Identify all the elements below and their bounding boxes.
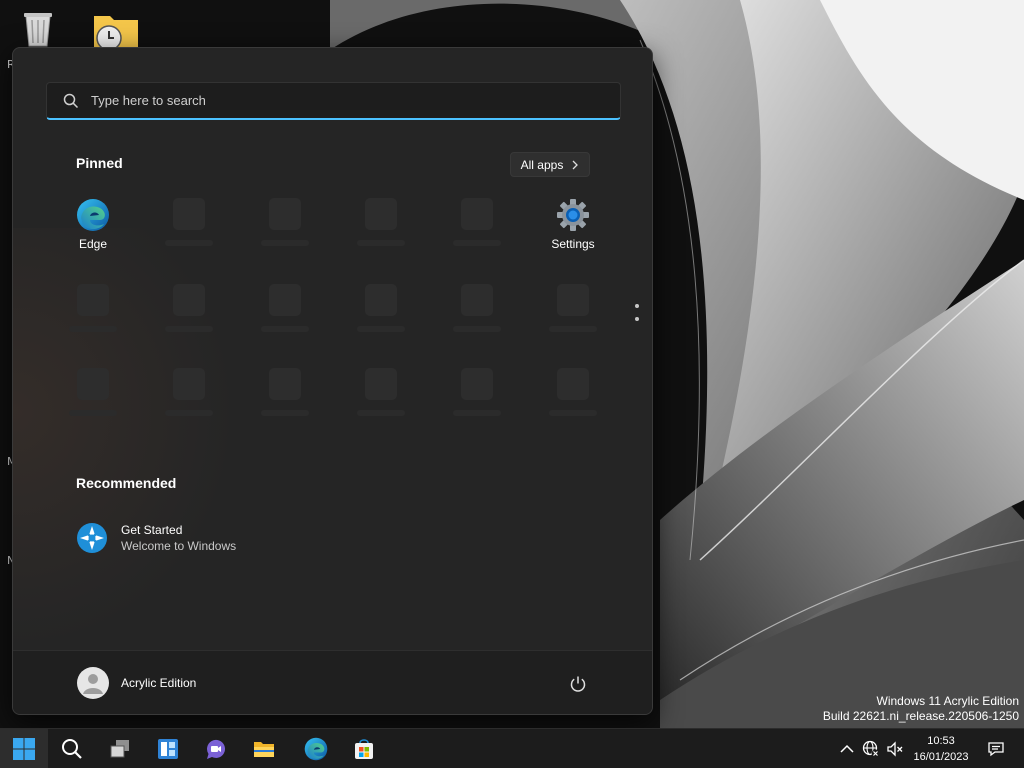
pinned-title: Pinned <box>76 155 123 171</box>
edge-icon <box>77 199 109 231</box>
chevron-right-icon <box>572 160 579 169</box>
chat-icon <box>206 739 225 759</box>
watermark-edition: Windows 11 Acrylic Edition <box>876 694 1020 708</box>
chat-button[interactable] <box>192 729 240 768</box>
volume-muted-icon[interactable] <box>886 740 904 758</box>
task-view-icon <box>110 740 129 758</box>
search-icon <box>62 739 82 759</box>
file-explorer-icon <box>254 742 274 757</box>
get-started-icon <box>77 523 107 553</box>
pinned-placeholder <box>437 198 517 258</box>
edge-taskbar-button[interactable] <box>292 729 340 768</box>
pinned-app-settings[interactable]: Settings <box>533 198 613 258</box>
pinned-placeholder <box>245 368 325 428</box>
notifications-icon[interactable] <box>987 740 1005 758</box>
recommended-item-name: Get Started <box>121 523 183 537</box>
user-account-button[interactable]: Acrylic Edition <box>77 667 196 699</box>
taskbar-clock[interactable]: 10:53 16/01/2023 <box>906 733 976 765</box>
store-button[interactable] <box>340 729 388 768</box>
recommended-item-subtitle: Welcome to Windows <box>121 539 237 553</box>
pinned-placeholder <box>245 284 325 344</box>
clock-time: 10:53 <box>927 735 955 747</box>
avatar <box>77 667 109 699</box>
start-menu-footer: Acrylic Edition <box>13 650 652 714</box>
search-input[interactable]: Type here to search <box>46 82 621 120</box>
start-icon <box>13 738 35 760</box>
task-view-button[interactable] <box>96 729 144 768</box>
taskbar-search-button[interactable] <box>48 729 96 768</box>
network-globe-icon[interactable] <box>862 740 880 758</box>
pinned-placeholder <box>437 284 517 344</box>
pinned-placeholder <box>437 368 517 428</box>
os-watermark: Windows 11 Acrylic Edition Build 22621.n… <box>823 694 1019 724</box>
search-placeholder: Type here to search <box>91 93 206 108</box>
folder-icon[interactable] <box>92 10 140 51</box>
pinned-app-label: Edge <box>78 237 108 251</box>
pinned-placeholder <box>245 198 325 258</box>
pinned-placeholder <box>533 368 613 428</box>
pinned-placeholder <box>533 284 613 344</box>
recommended-title: Recommended <box>76 475 177 491</box>
pinned-placeholder <box>341 284 421 344</box>
all-apps-label: All apps <box>520 157 564 172</box>
pinned-placeholder <box>53 368 133 428</box>
start-menu: Type here to search Pinned All apps Edge <box>12 47 653 715</box>
pinned-placeholder <box>341 198 421 258</box>
store-icon <box>355 739 373 759</box>
clock-date: 16/01/2023 <box>913 751 969 763</box>
pinned-placeholder <box>149 198 229 258</box>
pinned-page-indicator[interactable] <box>633 304 641 324</box>
settings-gear-icon <box>557 199 589 231</box>
watermark-build: Build 22621.ni_release.220506-1250 <box>822 709 1019 723</box>
widgets-icon <box>158 739 178 759</box>
chevron-up-icon[interactable] <box>838 740 856 758</box>
start-button[interactable] <box>0 729 48 768</box>
recycle-bin-icon[interactable] <box>18 8 58 48</box>
pinned-placeholder <box>341 368 421 428</box>
pinned-placeholder <box>149 284 229 344</box>
all-apps-button[interactable]: All apps <box>510 152 590 177</box>
pinned-app-label: Settings <box>551 237 595 251</box>
edge-icon <box>304 737 328 761</box>
pinned-placeholder <box>53 284 133 344</box>
widgets-button[interactable] <box>144 729 192 768</box>
file-explorer-button[interactable] <box>240 729 288 768</box>
pinned-app-edge[interactable]: Edge <box>53 198 133 258</box>
recommended-item-get-started[interactable]: Get Started Welcome to Windows <box>76 518 336 558</box>
taskbar: 10:53 16/01/2023 <box>0 728 1024 768</box>
pinned-placeholder <box>149 368 229 428</box>
power-icon[interactable] <box>569 675 587 693</box>
user-name: Acrylic Edition <box>121 676 197 690</box>
search-icon <box>63 93 79 108</box>
